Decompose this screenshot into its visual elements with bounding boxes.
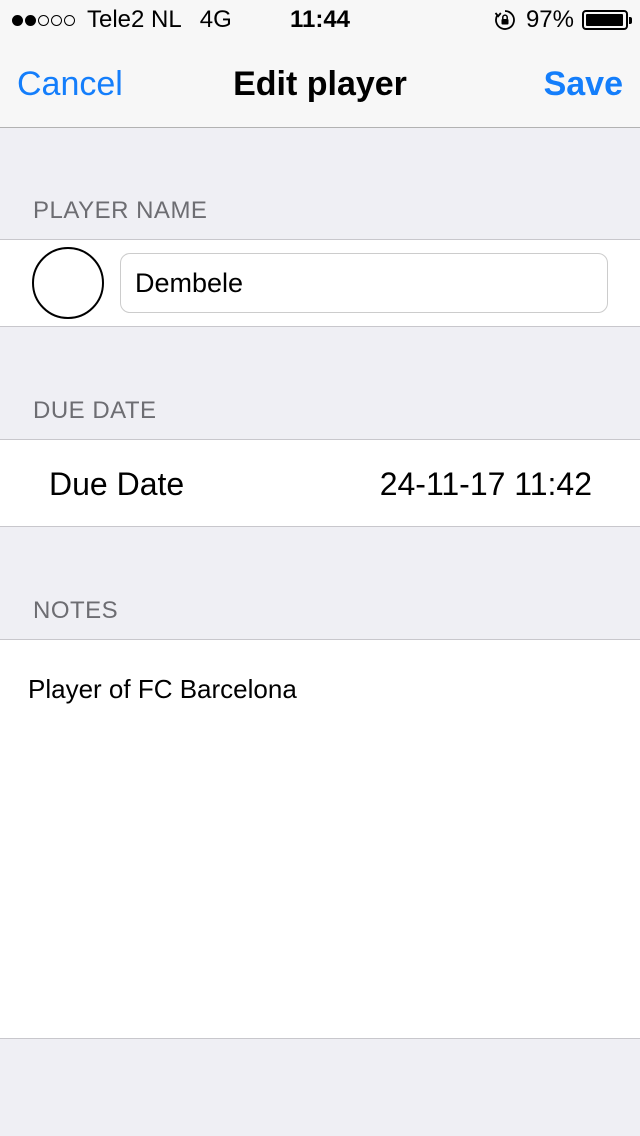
player-name-cell [0,239,640,327]
notes-cell: Player of FC Barcelona [0,639,640,1039]
status-right: 97% [494,0,632,40]
carrier-name: Tele2 NL [87,6,182,33]
status-bar: Tele2 NL 4G 11:44 97% [0,0,640,40]
signal-dot [38,14,49,26]
navigation-bar: Cancel Edit player Save [0,40,640,128]
due-date-section-header: DUE DATE [33,397,157,424]
battery-icon [582,10,632,30]
battery-percentage: 97% [525,6,574,33]
player-name-field[interactable] [120,253,608,313]
due-date-label: Due Date [49,466,185,502]
cancel-button[interactable]: Cancel [17,64,123,104]
orientation-lock-icon [494,10,515,30]
notes-textarea[interactable]: Player of FC Barcelona [26,640,616,1038]
status-left: Tele2 NL 4G [12,0,232,40]
signal-strength-icon [12,14,77,26]
player-name-section-header: PLAYER NAME [33,197,208,224]
avatar[interactable] [32,247,104,319]
signal-dot [51,14,62,26]
network-type: 4G [199,6,232,33]
signal-dot [12,14,23,26]
due-date-cell[interactable]: Due Date 24-11-17 11:42 [0,439,640,527]
due-date-value[interactable]: 24-11-17 11:42 [380,465,592,503]
signal-dot [64,14,75,26]
battery-fill [586,14,623,26]
notes-section-header: NOTES [33,597,119,624]
signal-dot [25,14,36,26]
save-button[interactable]: Save [544,64,623,104]
